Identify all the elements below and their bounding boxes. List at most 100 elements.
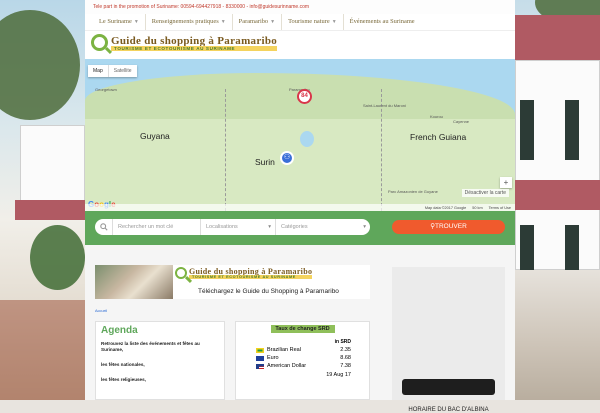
map-data-credit: Map data ©2017 Google xyxy=(424,205,467,210)
house-window xyxy=(565,225,579,270)
house-window xyxy=(520,225,534,270)
banner-caption: Téléchargez le Guide du Shopping à Param… xyxy=(198,288,339,295)
rate-row: Euro 8.68 xyxy=(242,355,363,361)
agenda-widget: Agenda Retrouvez la liste des événements… xyxy=(95,321,225,400)
banner-logo-subtitle: TOURISME ET ECOTOURISME AU SURINAME xyxy=(189,275,313,279)
map-label-georgetown: Georgetown xyxy=(95,87,117,92)
nav-item-tourisme-nature[interactable]: Tourisme nature ▼ xyxy=(281,14,343,30)
background-right-photo xyxy=(515,0,600,400)
currency-value: 2.35 xyxy=(340,347,351,353)
category-select[interactable]: Catégories ▾ xyxy=(276,219,370,235)
map-location-pin-icon[interactable]: ⚇ xyxy=(280,151,294,165)
currency-name: Brazilian Real xyxy=(267,347,301,353)
download-guide-banner[interactable]: Guide du shopping à Paramaribo TOURISME … xyxy=(95,265,370,299)
nav-item-le-suriname[interactable]: Le Suriname ▼ xyxy=(93,14,145,30)
top-info-bar: Tele part in the promotion of Suriname: … xyxy=(85,0,515,14)
map-border xyxy=(225,89,226,211)
rates-title: Taux de change SRD xyxy=(270,325,335,333)
currency-value: 7.38 xyxy=(340,363,351,369)
currency-name: Euro xyxy=(267,355,279,361)
find-button-label: TROUVER xyxy=(434,223,467,230)
search-bar: Rechercher un mot clé Localisations ▾ Cat… xyxy=(85,211,515,245)
site-logo[interactable]: Guide du shopping à Paramaribo TOURISME … xyxy=(91,34,278,51)
map-label-guyana: Guyana xyxy=(140,131,170,141)
us-flag-icon xyxy=(256,363,264,369)
map-lake xyxy=(300,131,314,147)
search-group: Rechercher un mot clé Localisations ▾ Cat… xyxy=(95,219,370,235)
map-type-tabs: Map Satellite xyxy=(88,65,137,77)
rates-unit: in SRD xyxy=(334,339,351,345)
nav-label: Événements au Suriname xyxy=(349,18,415,25)
map-label-cayenne: Cayenne xyxy=(453,119,470,124)
chevron-down-icon: ▼ xyxy=(270,20,276,25)
nav-label: Le Suriname xyxy=(99,18,132,25)
map-label-parc: Parc Amazonien de Guyane xyxy=(388,189,438,194)
banner-logo-text: Guide du shopping à Paramaribo TOURISME … xyxy=(189,267,313,279)
ferry-schedule-caption[interactable]: HORAIRE DU BAC D'ALBINA xyxy=(392,407,505,413)
map-tab-satellite[interactable]: Satellite xyxy=(107,65,137,77)
house-window xyxy=(565,100,579,160)
nav-label: Tourisme nature xyxy=(288,18,330,25)
house-roof xyxy=(15,200,85,220)
house-roof-right xyxy=(515,15,600,65)
palm-tree xyxy=(30,225,85,290)
nav-label: Paramaribo xyxy=(238,18,269,25)
keyword-search-input[interactable]: Rechercher un mot clé xyxy=(113,219,201,235)
exchange-rates-widget: Taux de change SRD in SRD Brazilian Real… xyxy=(235,321,370,400)
ferry-schedule-widget: HORAIRE DU BAC D'ALBINA xyxy=(392,267,505,413)
chevron-down-icon: ▾ xyxy=(268,224,271,230)
currency-name: American Dollar xyxy=(267,363,307,369)
map-scale: 50 km xyxy=(472,205,483,210)
logo-subtitle: TOURISME ET ECOTOURISME AU SURINAME xyxy=(111,45,278,51)
category-select-label: Catégories xyxy=(281,224,308,230)
brazil-flag-icon xyxy=(256,347,264,353)
location-select[interactable]: Localisations ▾ xyxy=(201,219,276,235)
tree-foliage xyxy=(0,10,80,120)
rates-date: 19 Aug 17 xyxy=(326,372,351,378)
nav-label: Renseignements pratiques xyxy=(151,18,219,25)
breadcrumb[interactable]: Accueil xyxy=(95,309,107,313)
porch-roof xyxy=(515,180,600,210)
map-label-suriname: Surin xyxy=(255,157,275,167)
currency-value: 8.68 xyxy=(340,355,351,361)
search-icon xyxy=(95,219,113,235)
chevron-down-icon: ▼ xyxy=(133,20,139,25)
map-zoom-control: + xyxy=(500,177,512,188)
map-cluster-marker[interactable]: 84 xyxy=(297,89,312,104)
nav-item-paramaribo[interactable]: Paramaribo ▼ xyxy=(231,14,281,30)
agenda-text: les fêtes nationales, xyxy=(101,362,145,367)
google-map[interactable]: Map Satellite Guyana French Guiana Surin… xyxy=(85,59,515,211)
banner-photo xyxy=(95,265,173,299)
rate-row: American Dollar 7.38 xyxy=(242,363,363,369)
nav-item-evenements[interactable]: Événements au Suriname xyxy=(342,14,421,30)
lower-content: Guide du shopping à Paramaribo TOURISME … xyxy=(85,245,515,413)
location-select-label: Localisations xyxy=(206,224,238,230)
agenda-title: Agenda xyxy=(101,325,138,336)
map-terms-link[interactable]: Terms of Use xyxy=(489,206,511,210)
map-label-kourou: Kourou xyxy=(430,114,443,119)
main-content: Tele part in the promotion of Suriname: … xyxy=(85,0,515,413)
logo-text: Guide du shopping à Paramaribo TOURISME … xyxy=(111,35,278,51)
magnifier-icon xyxy=(175,267,187,279)
nav-item-renseignements[interactable]: Renseignements pratiques ▼ xyxy=(144,14,232,30)
magnifier-icon xyxy=(91,34,108,51)
zoom-in-button[interactable]: + xyxy=(500,177,512,188)
banner-logo: Guide du shopping à Paramaribo TOURISME … xyxy=(175,267,313,279)
find-button[interactable]: ⚲TROUVER xyxy=(392,220,505,234)
map-label-saint-laurent: Saint-Laurent du Maroni xyxy=(363,103,406,108)
brick-path xyxy=(0,300,85,400)
disable-map-button[interactable]: Désactiver la carte xyxy=(461,189,509,197)
chevron-down-icon: ▼ xyxy=(331,20,337,25)
map-tab-map[interactable]: Map xyxy=(88,65,108,77)
chevron-down-icon: ▾ xyxy=(363,224,366,230)
rate-row: Brazilian Real 2.35 xyxy=(242,347,363,353)
eu-flag-icon xyxy=(256,355,264,361)
map-label-french-guiana: French Guiana xyxy=(410,132,467,142)
chevron-down-icon: ▼ xyxy=(220,20,226,25)
main-nav: Le Suriname ▼ Renseignements pratiques ▼ P… xyxy=(85,14,515,31)
ferry-photo xyxy=(402,379,495,395)
house-window xyxy=(520,100,534,160)
map-attribution: Map data ©2017 Google 50 km Terms of Use xyxy=(85,204,515,211)
agenda-text: Retrouvez la liste des événements et fêt… xyxy=(101,341,200,352)
background-left-photo xyxy=(0,0,85,400)
